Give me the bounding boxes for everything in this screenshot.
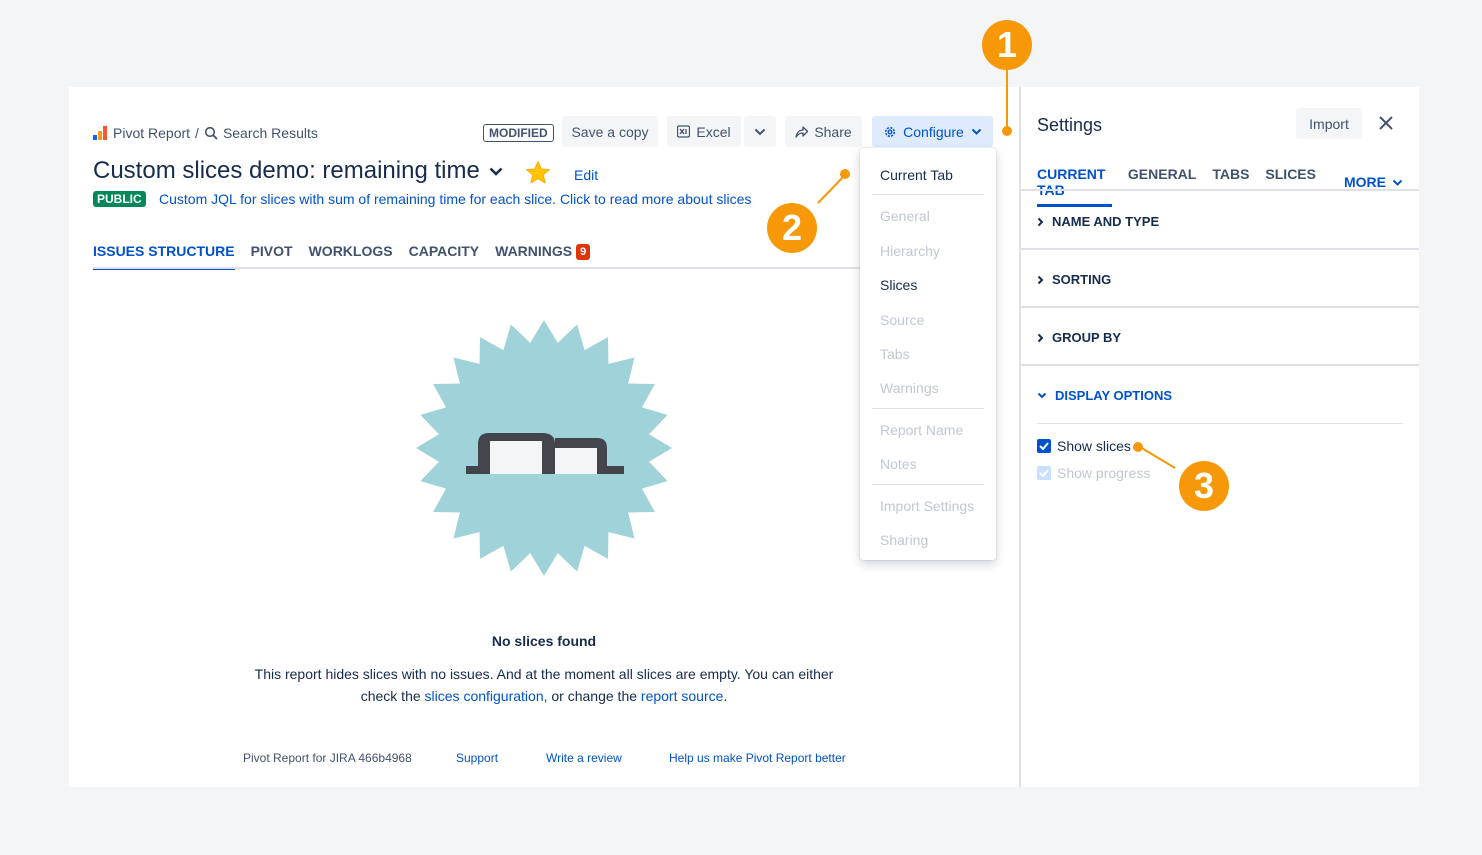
callout-dot <box>1133 442 1143 452</box>
callout-badge-1: 1 <box>982 20 1032 70</box>
callout-connector-lines <box>817 68 1176 469</box>
callout-badge-2: 2 <box>767 203 817 253</box>
callout-dot <box>840 169 850 179</box>
callout-badge-3: 3 <box>1179 461 1229 511</box>
callout-dot <box>1002 126 1012 136</box>
